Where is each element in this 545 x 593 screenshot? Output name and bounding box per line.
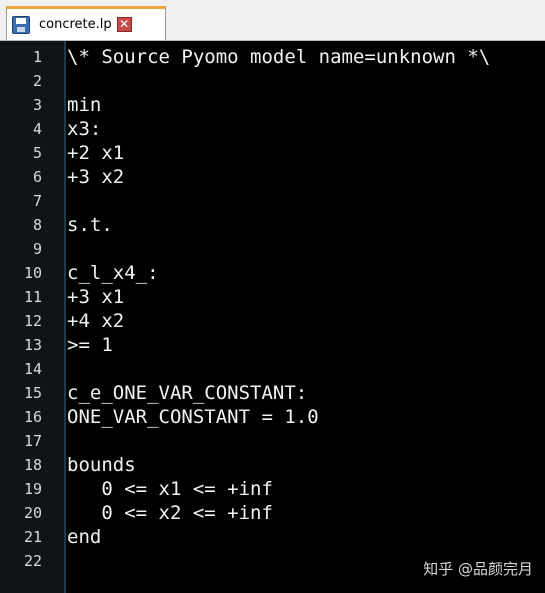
code-line[interactable]: +2 x1 (67, 141, 124, 165)
file-tab[interactable]: concrete.lp ✕ (6, 6, 166, 40)
code-line[interactable]: bounds (67, 453, 136, 477)
line-number: 2 (32, 72, 42, 90)
line-number: 6 (32, 168, 42, 186)
line-number: 8 (32, 216, 42, 234)
line-number: 1 (32, 48, 42, 66)
line-number: 9 (32, 240, 42, 258)
line-number: 12 (23, 312, 42, 330)
line-number: 16 (23, 408, 42, 426)
code-line[interactable]: x3: (67, 117, 101, 141)
line-number: 7 (32, 192, 42, 210)
code-line[interactable]: +3 x1 (67, 285, 124, 309)
tab-title: concrete.lp (39, 17, 112, 32)
code-editor[interactable]: 1 2 3 4 5 6 7 8 9 10 11 12 13 14 15 16 17 18 19 20 21 22 \* S… (0, 41, 545, 593)
code-line[interactable]: 0 <= x2 <= +inf (67, 501, 273, 525)
code-line[interactable]: >= 1 (67, 333, 113, 357)
line-number: 15 (23, 384, 42, 402)
watermark: 知乎 @品颜完月 (423, 560, 533, 578)
line-number: 4 (32, 120, 42, 138)
code-line[interactable]: +3 x2 (67, 165, 124, 189)
line-number: 10 (23, 264, 42, 282)
code-line[interactable]: c_e_ONE_VAR_CONSTANT: (67, 381, 307, 405)
line-number: 19 (23, 480, 42, 498)
tab-bar: concrete.lp ✕ (0, 0, 545, 41)
line-number: 5 (32, 144, 42, 162)
close-icon[interactable]: ✕ (116, 17, 132, 32)
save-icon[interactable] (12, 15, 30, 34)
line-number: 17 (23, 432, 42, 450)
line-number: 14 (23, 360, 42, 378)
line-number-gutter: 1 2 3 4 5 6 7 8 9 10 11 12 13 14 15 16 17 18 19 20 21 22 (0, 41, 66, 593)
line-number: 22 (23, 552, 42, 570)
code-line[interactable]: \* Source Pyomo model name=unknown *\ (67, 45, 490, 69)
code-line[interactable]: end (67, 525, 101, 549)
line-number: 11 (23, 288, 42, 306)
code-line[interactable]: s.t. (67, 213, 113, 237)
line-number: 20 (23, 504, 42, 522)
code-line[interactable]: ONE_VAR_CONSTANT = 1.0 (67, 405, 319, 429)
code-line[interactable]: +4 x2 (67, 309, 124, 333)
line-number: 3 (32, 96, 42, 114)
line-number: 18 (23, 456, 42, 474)
code-line[interactable]: min (67, 93, 101, 117)
line-number: 21 (23, 528, 42, 546)
code-line[interactable]: c_l_x4_: (67, 261, 159, 285)
code-line[interactable]: 0 <= x1 <= +inf (67, 477, 273, 501)
line-number: 13 (23, 336, 42, 354)
